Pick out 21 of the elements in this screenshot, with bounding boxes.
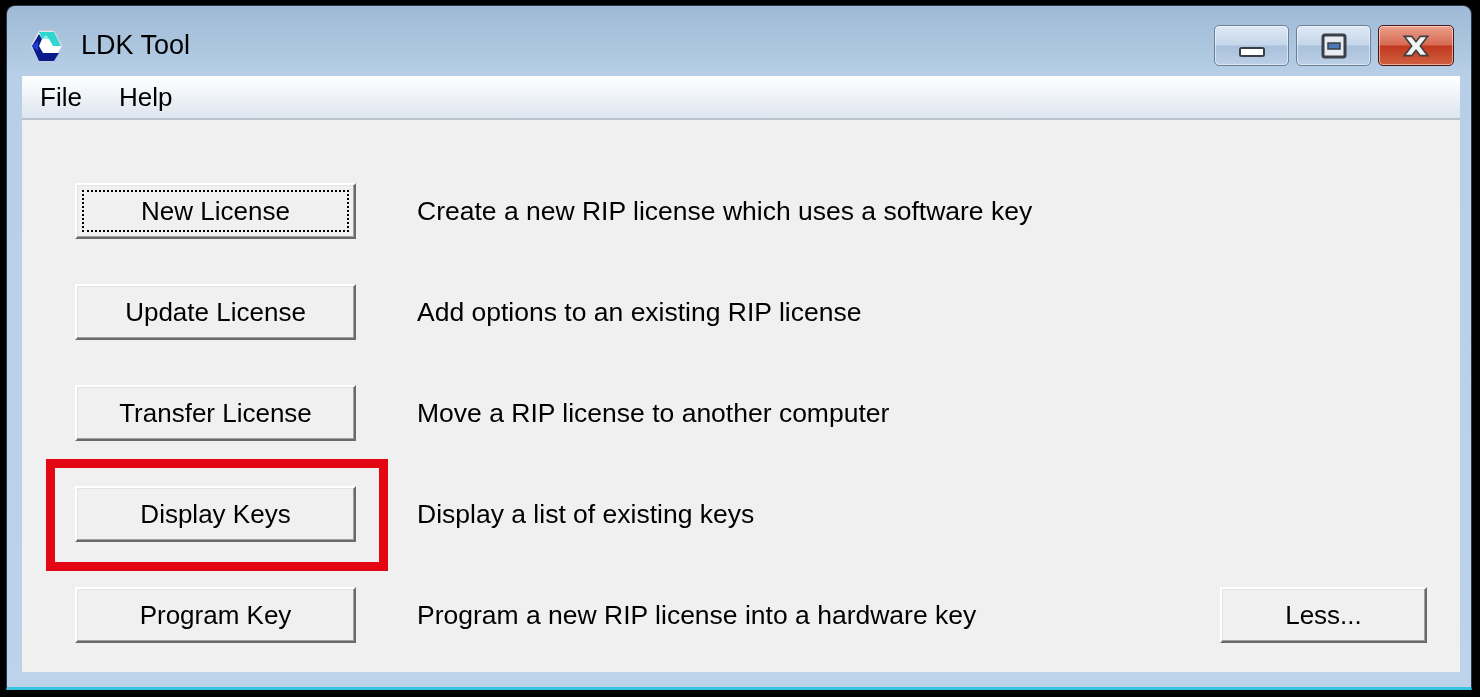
less-button[interactable]: Less... bbox=[1220, 587, 1427, 643]
action-description: Move a RIP license to another computer bbox=[417, 397, 890, 429]
minimize-button[interactable] bbox=[1214, 25, 1289, 66]
action-description: Add options to an existing RIP license bbox=[417, 296, 862, 328]
menu-item[interactable]: File bbox=[31, 78, 91, 116]
maximize-icon bbox=[1320, 32, 1347, 59]
action-button[interactable]: Update License bbox=[75, 284, 356, 340]
maximize-button[interactable] bbox=[1296, 25, 1371, 66]
window-title: LDK Tool bbox=[81, 30, 191, 61]
action-description: Display a list of existing keys bbox=[417, 498, 755, 530]
app-logo-icon bbox=[29, 28, 63, 63]
close-button[interactable] bbox=[1378, 25, 1454, 66]
action-description: Create a new RIP license which uses a software key bbox=[417, 195, 1033, 227]
close-icon bbox=[1401, 33, 1431, 58]
action-button[interactable]: New License bbox=[75, 183, 356, 239]
action-description: Program a new RIP license into a hardware key bbox=[417, 599, 977, 631]
menu-item[interactable]: Help bbox=[109, 78, 182, 116]
minimize-icon bbox=[1238, 46, 1265, 57]
action-button[interactable]: Program Key bbox=[75, 587, 356, 643]
action-button[interactable]: Display Keys bbox=[75, 486, 356, 542]
action-button[interactable]: Transfer License bbox=[75, 385, 356, 441]
